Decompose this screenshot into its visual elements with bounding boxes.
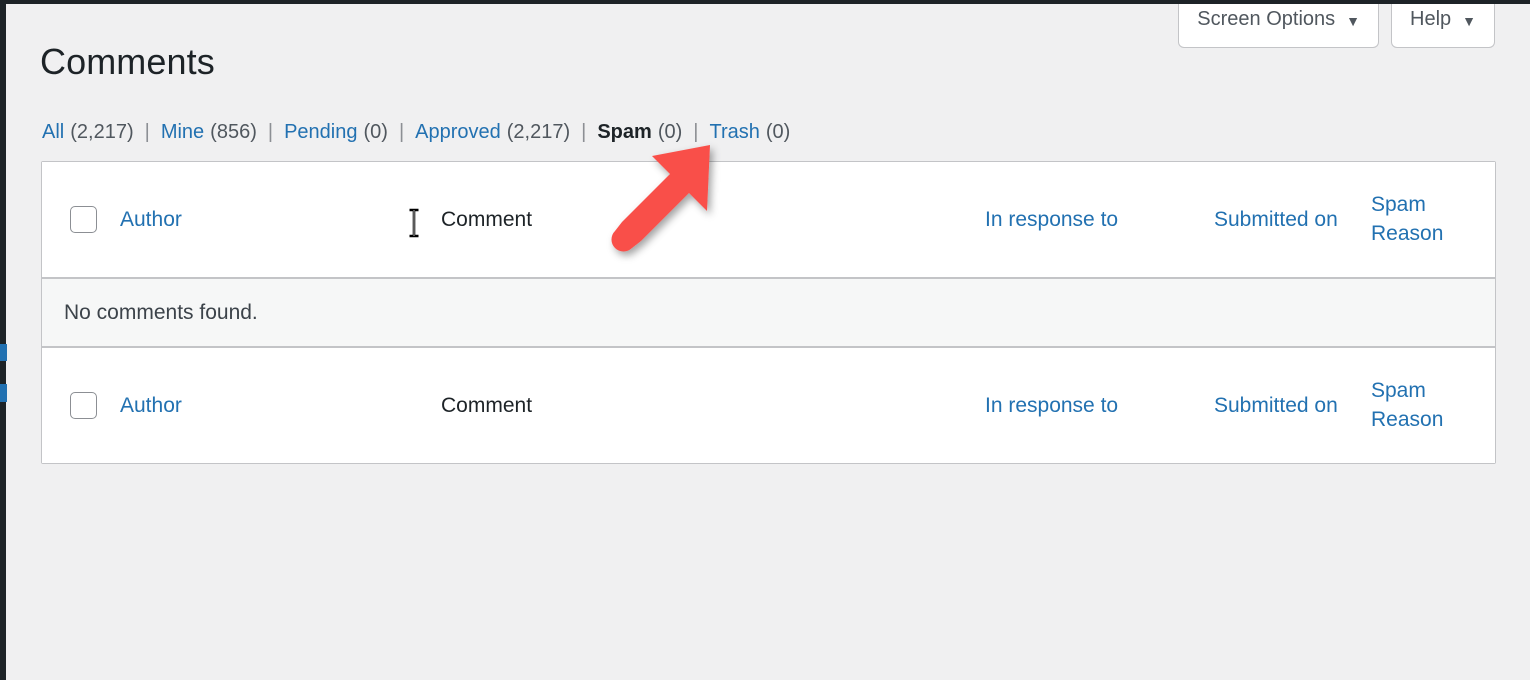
column-header-spam-reason-bottom: Spam Reason <box>1371 377 1495 435</box>
select-all-checkbox-top[interactable] <box>69 206 97 233</box>
sort-spam-reason-link-bottom[interactable]: Spam Reason <box>1371 379 1443 431</box>
filter-separator: | <box>267 121 274 143</box>
comments-list-table: Author Comment In response to Submitted … <box>41 161 1496 464</box>
filter-pending-link[interactable]: Pending <box>284 121 357 144</box>
window-top-border <box>0 0 1530 4</box>
filter-separator: | <box>144 121 150 143</box>
spam-reason-line-2-top: Reason <box>1371 221 1444 245</box>
no-comments-found-message: No comments found. <box>64 300 258 324</box>
filter-all: All (2,217) <box>42 121 134 144</box>
filter-trash-link[interactable]: Trash <box>709 121 759 144</box>
help-button[interactable]: Help ▼ <box>1391 0 1495 48</box>
sort-submitted-on-link-top[interactable]: Submitted on <box>1214 208 1338 231</box>
filter-mine-link[interactable]: Mine <box>161 121 204 144</box>
screen-options-label: Screen Options <box>1197 8 1336 30</box>
sidebar-accent-marker-2 <box>0 384 7 402</box>
column-header-submitted-on-top: Submitted on <box>1185 208 1371 232</box>
screen-options-button[interactable]: Screen Options ▼ <box>1178 0 1379 48</box>
sort-author-link-top[interactable]: Author <box>120 208 182 231</box>
sidebar-accent-marker-1 <box>0 344 7 361</box>
filter-spam-count: (0) <box>657 121 683 143</box>
table-footer-row: Author Comment In response to Submitted … <box>42 347 1495 463</box>
column-comment-label-bottom: Comment <box>441 393 533 417</box>
sidebar-gutter <box>6 4 12 680</box>
select-all-cell-bottom <box>42 392 120 419</box>
select-all-checkbox-bottom[interactable] <box>69 392 97 419</box>
comments-admin-page: Screen Options ▼ Help ▼ Comments All (2,… <box>0 0 1530 680</box>
filter-trash-count: (0) <box>765 121 791 143</box>
window-left-border <box>0 0 6 680</box>
column-header-author-bottom: Author <box>120 394 412 418</box>
screen-meta-links: Screen Options ▼ Help ▼ <box>1178 0 1495 48</box>
sort-in-response-to-link-bottom[interactable]: In response to <box>985 394 1118 417</box>
column-header-spam-reason-top: Spam Reason <box>1371 191 1495 249</box>
filter-mine-count: (856) <box>210 121 257 143</box>
comment-status-filters: All (2,217) | Mine (856) | Pending (0) |… <box>42 121 790 144</box>
select-all-cell-top <box>42 206 120 233</box>
filter-spam: Spam (0) <box>597 121 682 144</box>
filter-separator: | <box>693 121 699 143</box>
filter-approved-link[interactable]: Approved <box>415 121 501 144</box>
column-header-comment-top: Comment <box>412 208 985 232</box>
spam-reason-line-2-bottom: Reason <box>1371 407 1444 431</box>
sort-in-response-to-link-top[interactable]: In response to <box>985 208 1118 231</box>
filter-pending-count: (0) <box>363 121 388 143</box>
sort-submitted-on-link-bottom[interactable]: Submitted on <box>1214 394 1338 417</box>
spam-reason-line-1-top: Spam <box>1371 192 1426 216</box>
column-header-comment-bottom: Comment <box>412 394 985 418</box>
table-header-row: Author Comment In response to Submitted … <box>42 162 1495 278</box>
filter-approved-count: (2,217) <box>506 121 571 143</box>
column-header-in-response-to-top: In response to <box>985 208 1185 232</box>
spam-reason-line-1-bottom: Spam <box>1371 378 1426 402</box>
chevron-down-icon: ▼ <box>1462 12 1476 29</box>
filter-approved: Approved (2,217) <box>415 121 570 144</box>
filter-mine: Mine (856) <box>161 121 257 144</box>
filter-separator: | <box>581 121 587 143</box>
column-header-submitted-on-bottom: Submitted on <box>1185 394 1371 418</box>
filter-spam-link[interactable]: Spam <box>597 121 651 144</box>
help-label: Help <box>1410 8 1452 30</box>
column-header-in-response-to-bottom: In response to <box>985 394 1185 418</box>
no-comments-found-row: No comments found. <box>42 278 1495 347</box>
filter-all-link[interactable]: All <box>42 121 64 144</box>
sort-spam-reason-link-top[interactable]: Spam Reason <box>1371 193 1443 245</box>
filter-all-count: (2,217) <box>70 121 134 143</box>
filter-pending: Pending (0) <box>284 121 388 144</box>
chevron-down-icon: ▼ <box>1346 12 1360 29</box>
column-comment-label-top: Comment <box>441 207 533 231</box>
column-header-author-top: Author <box>120 208 412 232</box>
sort-author-link-bottom[interactable]: Author <box>120 394 182 417</box>
filter-trash: Trash (0) <box>709 121 790 144</box>
page-title: Comments <box>40 41 215 82</box>
filter-separator: | <box>398 121 405 143</box>
